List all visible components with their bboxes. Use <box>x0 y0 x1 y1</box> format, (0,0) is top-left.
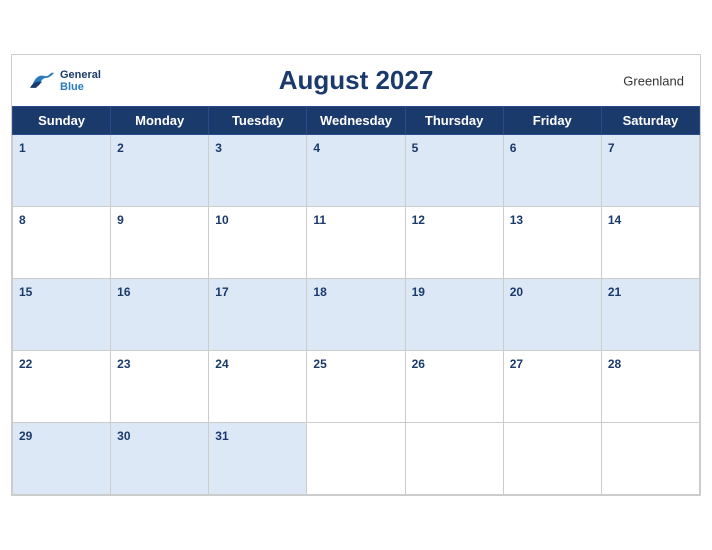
day-number: 17 <box>215 285 228 299</box>
calendar-cell: 1 <box>13 135 111 207</box>
col-saturday: Saturday <box>601 107 699 135</box>
day-number: 14 <box>608 213 621 227</box>
day-number: 23 <box>117 357 130 371</box>
day-number: 22 <box>19 357 32 371</box>
calendar-cell: 13 <box>503 207 601 279</box>
day-number: 24 <box>215 357 228 371</box>
calendar-week-row: 8 9 10 11 12 13 14 <box>13 207 700 279</box>
calendar-week-row: 22 23 24 25 26 27 28 <box>13 351 700 423</box>
day-number: 11 <box>313 213 326 227</box>
day-number: 15 <box>19 285 32 299</box>
day-number: 8 <box>19 213 26 227</box>
day-number: 5 <box>412 141 419 155</box>
day-number: 26 <box>412 357 425 371</box>
calendar-week-row: 29 30 31 <box>13 423 700 495</box>
calendar-cell: 11 <box>307 207 405 279</box>
calendar-cell: 26 <box>405 351 503 423</box>
calendar-cell: 17 <box>209 279 307 351</box>
calendar-cell: 21 <box>601 279 699 351</box>
day-number: 16 <box>117 285 130 299</box>
calendar-cell: 10 <box>209 207 307 279</box>
col-sunday: Sunday <box>13 107 111 135</box>
calendar-cell: 9 <box>111 207 209 279</box>
col-monday: Monday <box>111 107 209 135</box>
calendar-cell: 19 <box>405 279 503 351</box>
day-number: 2 <box>117 141 124 155</box>
calendar-header: General Blue August 2027 Greenland <box>12 55 700 106</box>
calendar-cell <box>405 423 503 495</box>
calendar-title: August 2027 <box>28 65 684 96</box>
calendar-cell: 12 <box>405 207 503 279</box>
calendar-cell: 28 <box>601 351 699 423</box>
logo-general-text: General <box>60 68 101 80</box>
calendar-cell <box>601 423 699 495</box>
calendar-cell: 8 <box>13 207 111 279</box>
day-number: 21 <box>608 285 621 299</box>
day-number: 12 <box>412 213 425 227</box>
calendar-cell: 22 <box>13 351 111 423</box>
calendar-week-row: 15 16 17 18 19 20 21 <box>13 279 700 351</box>
calendar-cell: 29 <box>13 423 111 495</box>
col-tuesday: Tuesday <box>209 107 307 135</box>
calendar-table: Sunday Monday Tuesday Wednesday Thursday… <box>12 106 700 495</box>
col-wednesday: Wednesday <box>307 107 405 135</box>
day-number: 3 <box>215 141 222 155</box>
calendar-cell: 23 <box>111 351 209 423</box>
calendar-cell: 24 <box>209 351 307 423</box>
day-number: 13 <box>510 213 523 227</box>
day-number: 1 <box>19 141 26 155</box>
day-number: 30 <box>117 429 130 443</box>
day-number: 18 <box>313 285 326 299</box>
calendar-cell <box>503 423 601 495</box>
calendar-cell: 3 <box>209 135 307 207</box>
weekday-header-row: Sunday Monday Tuesday Wednesday Thursday… <box>13 107 700 135</box>
calendar-cell: 15 <box>13 279 111 351</box>
logo-bird-icon <box>28 70 56 92</box>
calendar-cell: 14 <box>601 207 699 279</box>
calendar-week-row: 1 2 3 4 5 6 7 <box>13 135 700 207</box>
col-friday: Friday <box>503 107 601 135</box>
calendar-cell: 4 <box>307 135 405 207</box>
logo-area: General Blue <box>28 68 101 92</box>
calendar-cell <box>307 423 405 495</box>
day-number: 19 <box>412 285 425 299</box>
calendar-cell: 5 <box>405 135 503 207</box>
logo-blue-text: Blue <box>60 81 101 93</box>
calendar-cell: 31 <box>209 423 307 495</box>
day-number: 25 <box>313 357 326 371</box>
calendar-cell: 30 <box>111 423 209 495</box>
day-number: 10 <box>215 213 228 227</box>
calendar-cell: 7 <box>601 135 699 207</box>
calendar: General Blue August 2027 Greenland Sunda… <box>11 54 701 496</box>
day-number: 29 <box>19 429 32 443</box>
day-number: 4 <box>313 141 320 155</box>
calendar-cell: 16 <box>111 279 209 351</box>
day-number: 28 <box>608 357 621 371</box>
region-label: Greenland <box>623 73 684 88</box>
day-number: 31 <box>215 429 228 443</box>
day-number: 9 <box>117 213 124 227</box>
calendar-cell: 25 <box>307 351 405 423</box>
calendar-cell: 2 <box>111 135 209 207</box>
calendar-cell: 6 <box>503 135 601 207</box>
day-number: 20 <box>510 285 523 299</box>
calendar-cell: 27 <box>503 351 601 423</box>
day-number: 6 <box>510 141 517 155</box>
calendar-cell: 18 <box>307 279 405 351</box>
col-thursday: Thursday <box>405 107 503 135</box>
day-number: 27 <box>510 357 523 371</box>
calendar-cell: 20 <box>503 279 601 351</box>
day-number: 7 <box>608 141 615 155</box>
